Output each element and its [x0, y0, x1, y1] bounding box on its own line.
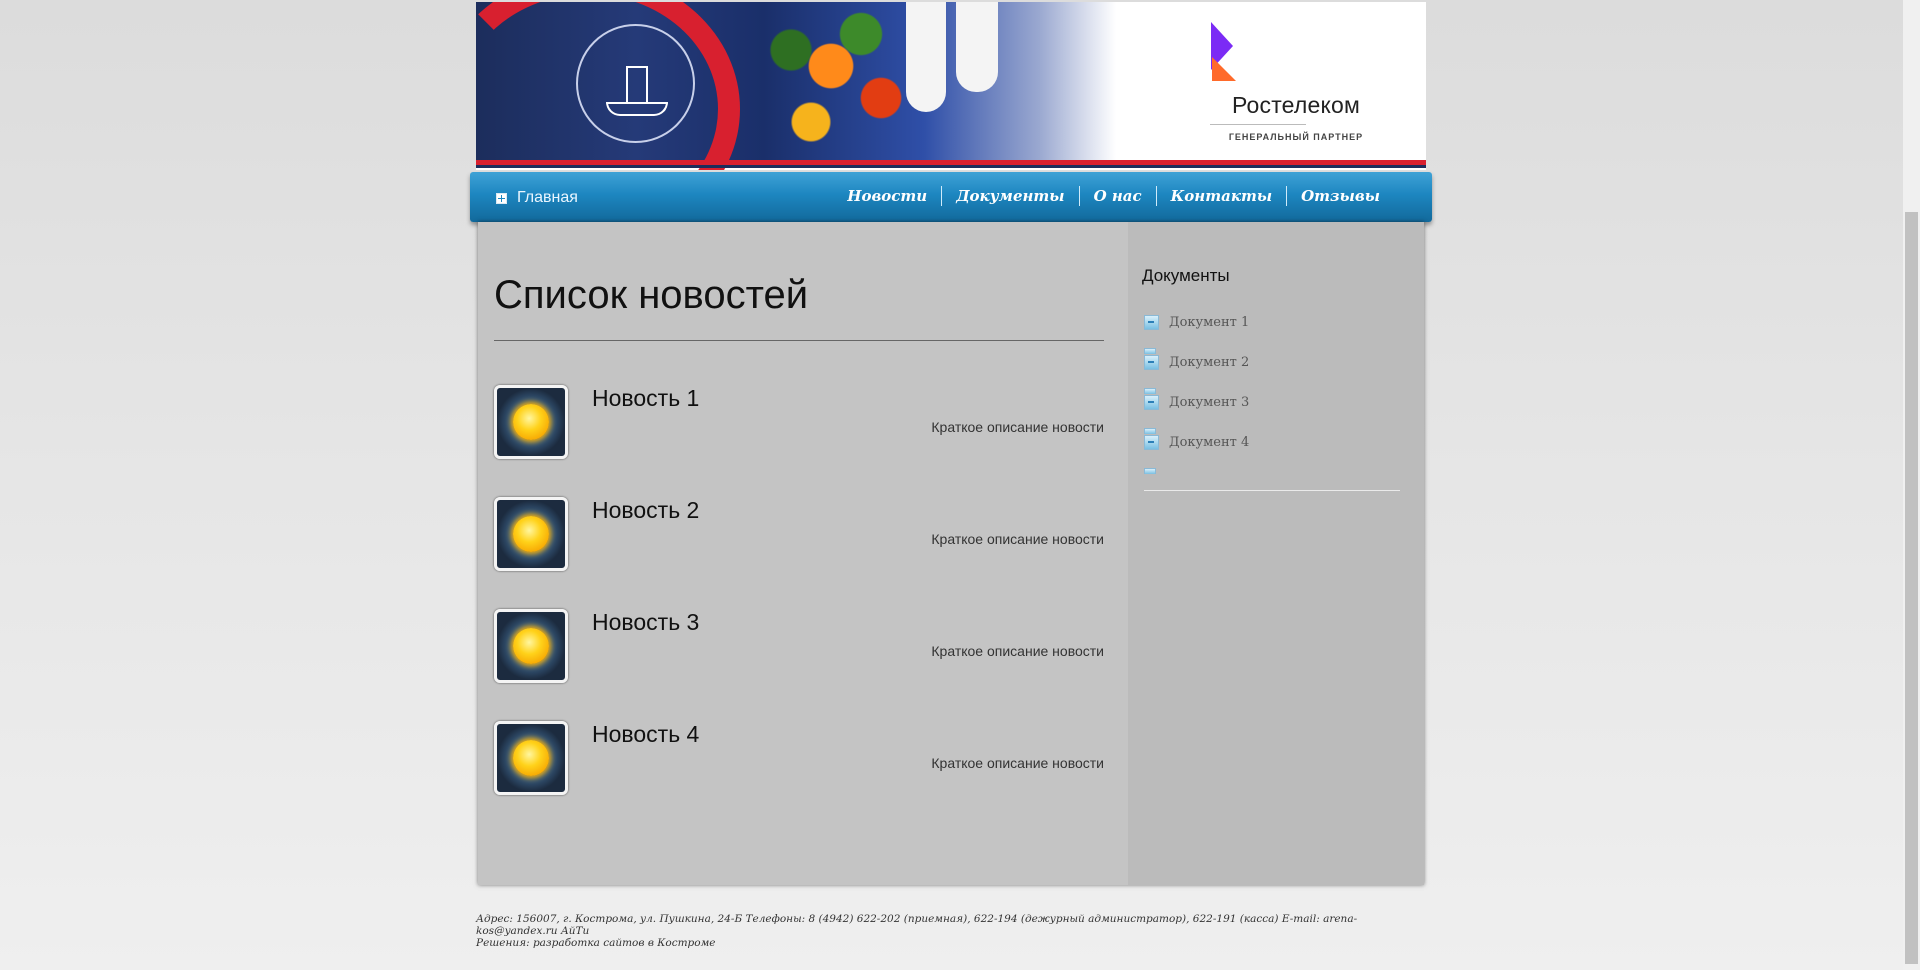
- sun-icon: [513, 516, 549, 552]
- news-title[interactable]: Новость 4: [592, 721, 699, 748]
- news-title[interactable]: Новость 2: [592, 497, 699, 524]
- menu-item-contacts[interactable]: Контакты: [1155, 186, 1286, 206]
- top-menu: Новости Документы О нас Контакты Отзывы: [833, 186, 1394, 206]
- news-description: Краткое описание новости: [931, 643, 1104, 659]
- content-area: Список новостей Новость 1 Краткое описан…: [478, 222, 1424, 885]
- banner-photo: [476, 2, 1116, 170]
- news-title[interactable]: Новость 3: [592, 609, 699, 636]
- footer-address: Адрес: 156007, г. Кострома, ул. Пушкина,…: [476, 913, 1358, 937]
- document-label: Документ 2: [1169, 354, 1250, 370]
- news-item: Новость 2 Краткое описание новости: [494, 497, 1104, 571]
- page-title: Список новостей: [494, 273, 809, 317]
- plus-icon: [496, 192, 507, 204]
- news-description: Краткое описание новости: [931, 419, 1104, 435]
- document-icon: [1144, 314, 1159, 330]
- document-link[interactable]: Документ 2: [1144, 354, 1249, 370]
- document-icon: [1144, 434, 1159, 450]
- sidebar-divider: [1144, 490, 1400, 491]
- news-description: Краткое описание новости: [931, 755, 1104, 771]
- document-icon: [1144, 468, 1156, 474]
- news-title[interactable]: Новость 1: [592, 385, 699, 412]
- news-item: Новость 1 Краткое описание новости: [494, 385, 1104, 459]
- sidebar-title: Документы: [1142, 266, 1230, 285]
- document-label: Документ 1: [1169, 314, 1250, 330]
- main-column: Список новостей Новость 1 Краткое описан…: [478, 222, 1128, 885]
- sidebar: Документы Документ 1 Документ 2 Документ…: [1128, 222, 1424, 885]
- document-label: Документ 4: [1169, 434, 1250, 450]
- menu-item-reviews[interactable]: Отзывы: [1286, 186, 1394, 206]
- skates-image: [896, 2, 1016, 152]
- footer: Адрес: 156007, г. Кострома, ул. Пушкина,…: [476, 913, 1436, 949]
- news-thumbnail[interactable]: [494, 497, 568, 571]
- partner-name: Ростелеком: [1231, 92, 1361, 118]
- document-link[interactable]: Документ 4: [1144, 434, 1249, 450]
- sun-icon: [513, 404, 549, 440]
- home-link[interactable]: Главная: [496, 188, 578, 208]
- news-thumbnail[interactable]: [494, 385, 568, 459]
- news-thumbnail[interactable]: [494, 609, 568, 683]
- document-link[interactable]: Документ 3: [1144, 394, 1249, 410]
- federation-emblem-icon: [576, 24, 695, 143]
- footer-developer: Решения: разработка сайтов в Костроме: [476, 937, 716, 949]
- partner-role: ГЕНЕРАЛЬНЫЙ ПАРТНЕР: [1228, 132, 1364, 142]
- scrollbar-thumb[interactable]: [1905, 212, 1918, 964]
- main-navigation: Главная Новости Документы О нас Контакты…: [470, 172, 1432, 222]
- document-label: Документ 3: [1169, 394, 1250, 410]
- news-item: Новость 4 Краткое описание новости: [494, 721, 1104, 795]
- menu-item-documents[interactable]: Документы: [941, 186, 1078, 206]
- document-icon: [1144, 354, 1159, 370]
- skate-blade-icon: [606, 102, 668, 116]
- news-description: Краткое описание новости: [931, 531, 1104, 547]
- title-divider: [494, 340, 1104, 341]
- menu-item-news[interactable]: Новости: [833, 186, 941, 206]
- document-link[interactable]: Документ 1: [1144, 314, 1249, 330]
- banner-blue-stripe: [476, 165, 1426, 168]
- sun-icon: [513, 628, 549, 664]
- home-label: Главная: [517, 189, 578, 206]
- scrollbar[interactable]: [1903, 0, 1920, 970]
- document-icon: [1144, 394, 1159, 410]
- header-banner: Ростелеком ГЕНЕРАЛЬНЫЙ ПАРТНЕР: [476, 2, 1426, 170]
- partner-divider: [1210, 124, 1306, 125]
- sun-icon: [513, 740, 549, 776]
- menu-item-about[interactable]: О нас: [1078, 186, 1156, 206]
- news-thumbnail[interactable]: [494, 721, 568, 795]
- news-item: Новость 3 Краткое описание новости: [494, 609, 1104, 683]
- tower-icon: [626, 66, 648, 102]
